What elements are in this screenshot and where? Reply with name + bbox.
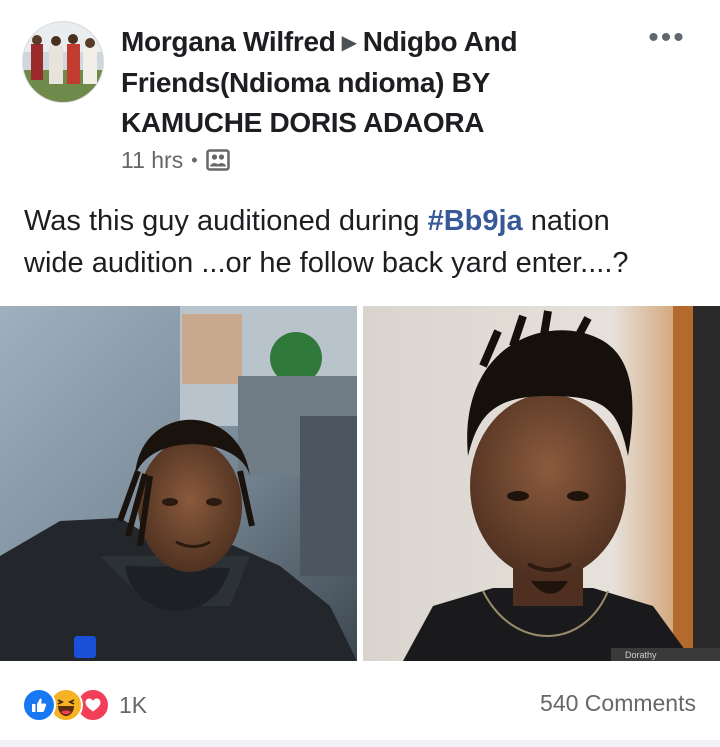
group-name-part-2[interactable]: Friends(Ndioma ndioma) BY — [121, 63, 641, 103]
hashtag-link[interactable]: #Bb9ja — [428, 205, 523, 237]
author-avatar[interactable] — [22, 21, 104, 103]
photo-watermark: Dorathy — [625, 650, 657, 660]
group-name-part-1[interactable]: Ndigbo And — [363, 26, 518, 57]
left-photo-image — [0, 306, 357, 661]
post-meta: 11 hrs • — [121, 146, 230, 174]
photo-grid: Dorathy — [0, 306, 720, 661]
post-timestamp[interactable]: 11 hrs — [121, 147, 183, 174]
header-line-1: Morgana Wilfred ▶ Ndigbo And — [121, 22, 641, 63]
meta-dot: • — [191, 149, 198, 170]
more-options-button[interactable]: ••• — [644, 20, 690, 56]
bottom-divider — [0, 740, 720, 747]
group-photo-icon — [205, 149, 230, 171]
photo-left[interactable] — [0, 306, 357, 661]
author-name[interactable]: Morgana Wilfred — [121, 26, 336, 57]
post-text-part-1: Was this guy auditioned during — [24, 205, 428, 237]
reaction-count[interactable]: 1K — [119, 692, 147, 719]
avatar-image — [23, 22, 103, 102]
right-photo-image: Dorathy — [363, 306, 720, 661]
right-triangle-icon: ▶ — [341, 32, 357, 54]
post-text-part-2: nation — [522, 205, 610, 237]
post-header: Morgana Wilfred ▶ Ndigbo And Friends(Ndiom… — [121, 22, 641, 143]
post-footer: 1K 540 Comments — [0, 680, 720, 730]
group-name-part-3[interactable]: KAMUCHE DORIS ADAORA — [121, 103, 641, 143]
photo-right[interactable]: Dorathy — [363, 306, 720, 661]
like-icon — [22, 688, 56, 722]
reactions-summary[interactable]: 1K — [22, 686, 147, 724]
comments-count[interactable]: 540 Comments — [540, 690, 696, 717]
post-text-line-2: wide audition ...or he follow back yard … — [24, 247, 629, 279]
post-body: Was this guy auditioned during #Bb9ja na… — [24, 200, 700, 284]
